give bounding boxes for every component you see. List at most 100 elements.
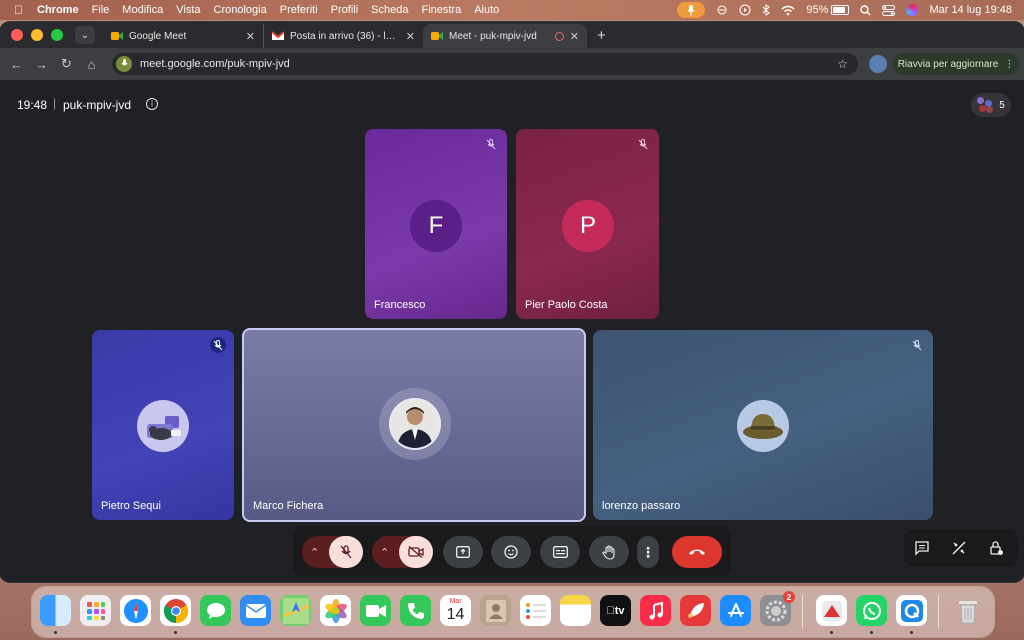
more-options-button[interactable]: ⋮ bbox=[637, 536, 659, 568]
present-screen-button[interactable] bbox=[443, 536, 483, 568]
hat-avatar-icon bbox=[743, 414, 783, 439]
back-icon[interactable]: ← bbox=[4, 57, 29, 72]
close-tab-icon[interactable]: ✕ bbox=[246, 30, 255, 43]
info-icon[interactable]: i bbox=[146, 98, 158, 110]
reactions-button[interactable] bbox=[491, 536, 531, 568]
participant-tile-lorenzo-passaro[interactable]: lorenzo passaro bbox=[593, 330, 933, 520]
battery-status[interactable]: 95% bbox=[806, 4, 850, 16]
menu-datetime[interactable]: Mar 14 lug 19:48 bbox=[929, 4, 1012, 16]
emoji-icon bbox=[504, 545, 518, 559]
app-store-icon[interactable] bbox=[720, 595, 751, 626]
home-icon[interactable]: ⌂ bbox=[79, 57, 104, 72]
meet-stage: 19:48 | puk-mpiv-jvd i 5 F Francesco P P… bbox=[0, 80, 1024, 582]
reminders-icon[interactable] bbox=[520, 595, 551, 626]
reload-icon[interactable]: ↻ bbox=[54, 56, 79, 72]
leave-call-button[interactable] bbox=[672, 536, 722, 568]
running-indicator bbox=[870, 631, 873, 634]
menu-app-name[interactable]: Chrome bbox=[37, 4, 79, 16]
gmail-favicon-icon bbox=[272, 30, 284, 42]
menu-file[interactable]: File bbox=[92, 4, 110, 16]
participant-tile-francesco[interactable]: F Francesco bbox=[365, 129, 507, 319]
new-tab-button[interactable]: + bbox=[597, 27, 606, 44]
tab-search-button[interactable]: ⌄ bbox=[75, 26, 95, 44]
microphone-permission-icon[interactable] bbox=[116, 56, 132, 72]
camera-toggle-button[interactable] bbox=[399, 536, 433, 568]
menu-help[interactable]: Aiuto bbox=[474, 4, 499, 16]
menu-bookmarks[interactable]: Preferiti bbox=[280, 4, 318, 16]
launchpad-icon[interactable] bbox=[80, 595, 111, 626]
tab-gmail[interactable]: Posta in arrivo (36) - lorenzo... ✕ bbox=[263, 24, 423, 48]
phone-icon[interactable] bbox=[400, 595, 431, 626]
calendar-icon[interactable]: Mar 14 bbox=[440, 595, 471, 626]
close-window-button[interactable] bbox=[11, 29, 23, 41]
trash-icon[interactable] bbox=[952, 595, 983, 626]
more-vert-icon: ⋮ bbox=[1004, 58, 1015, 70]
contacts-icon[interactable] bbox=[480, 595, 511, 626]
tab-meet-call[interactable]: Meet - puk-mpiv-jvd ✕ bbox=[423, 24, 587, 48]
participant-initial: P bbox=[562, 200, 614, 252]
captions-button[interactable] bbox=[540, 536, 580, 568]
battery-percent: 95% bbox=[806, 4, 829, 16]
mail-icon[interactable] bbox=[240, 595, 271, 626]
minimize-window-button[interactable] bbox=[31, 29, 43, 41]
toolbar: ← → ↻ ⌂ meet.google.com/puk-mpiv-jvd ☆ R… bbox=[0, 48, 1024, 80]
chat-icon[interactable] bbox=[914, 540, 930, 556]
host-controls-icon[interactable] bbox=[988, 540, 1004, 556]
update-label: Riavvia per aggiornare bbox=[897, 58, 999, 70]
menu-profiles[interactable]: Profili bbox=[331, 4, 359, 16]
menu-window[interactable]: Finestra bbox=[421, 4, 461, 16]
bluetooth-icon[interactable] bbox=[762, 4, 771, 16]
menu-tab[interactable]: Scheda bbox=[371, 4, 408, 16]
participant-tile-marco-fichera[interactable]: Marco Fichera bbox=[242, 328, 586, 522]
safari-icon[interactable] bbox=[120, 595, 151, 626]
calendar-month: Mar bbox=[449, 597, 462, 605]
close-tab-icon[interactable]: ✕ bbox=[570, 30, 579, 43]
forward-icon[interactable]: → bbox=[29, 57, 54, 72]
menu-view[interactable]: Vista bbox=[176, 4, 200, 16]
play-icon[interactable] bbox=[739, 4, 751, 16]
quickq-app-icon[interactable] bbox=[896, 595, 927, 626]
facetime-icon[interactable] bbox=[360, 595, 391, 626]
participant-name: lorenzo passaro bbox=[602, 500, 681, 512]
rocket-app-icon[interactable] bbox=[680, 595, 711, 626]
chevron-up-icon: ⌃ bbox=[380, 546, 390, 559]
photos-icon[interactable] bbox=[320, 595, 351, 626]
menu-history[interactable]: Cronologia bbox=[214, 4, 267, 16]
messages-icon[interactable] bbox=[200, 595, 231, 626]
preview-app-icon[interactable] bbox=[816, 595, 847, 626]
siri-icon[interactable] bbox=[906, 4, 919, 16]
profile-avatar-icon[interactable] bbox=[869, 55, 887, 73]
participant-tile-pier-paolo-costa[interactable]: P Pier Paolo Costa bbox=[516, 129, 659, 319]
raise-hand-button[interactable] bbox=[589, 536, 629, 568]
tab-title: Posta in arrivo (36) - lorenzo... bbox=[290, 30, 400, 42]
tab-google-meet[interactable]: Google Meet ✕ bbox=[103, 24, 263, 48]
address-bar[interactable]: meet.google.com/puk-mpiv-jvd ☆ bbox=[112, 53, 858, 75]
participant-name: Pier Paolo Costa bbox=[525, 299, 608, 311]
status-icon[interactable] bbox=[716, 4, 728, 16]
system-settings-icon[interactable]: 2 bbox=[760, 591, 795, 626]
mic-in-use-indicator[interactable] bbox=[677, 2, 706, 18]
bookmark-star-icon[interactable]: ☆ bbox=[837, 57, 848, 71]
update-button[interactable]: Riavvia per aggiornare ⋮ bbox=[893, 53, 1019, 75]
meet-favicon-icon bbox=[111, 30, 123, 42]
control-center-icon[interactable] bbox=[882, 4, 896, 16]
music-icon[interactable] bbox=[640, 595, 671, 626]
zoom-window-button[interactable] bbox=[51, 29, 63, 41]
maps-icon[interactable] bbox=[280, 595, 311, 626]
search-icon[interactable] bbox=[860, 4, 871, 16]
tab-strip: ⌄ Google Meet ✕ Posta in arrivo (36) - l… bbox=[0, 22, 1024, 48]
apple-icon[interactable]:  bbox=[14, 3, 23, 17]
close-tab-icon[interactable]: ✕ bbox=[406, 30, 415, 43]
participant-tile-pietro-sequi[interactable]: Pietro Sequi bbox=[92, 330, 234, 520]
finder-icon[interactable] bbox=[40, 595, 71, 626]
notes-icon[interactable] bbox=[560, 595, 591, 626]
menu-edit[interactable]: Modifica bbox=[122, 4, 163, 16]
apple-tv-icon[interactable]: tv bbox=[600, 595, 631, 626]
activities-icon[interactable] bbox=[951, 540, 967, 556]
chrome-icon[interactable] bbox=[160, 595, 191, 626]
wifi-icon[interactable] bbox=[781, 5, 795, 16]
participants-button[interactable]: 5 bbox=[971, 93, 1011, 117]
whatsapp-icon[interactable] bbox=[856, 595, 887, 626]
participant-avatar bbox=[137, 400, 189, 452]
mic-toggle-button[interactable] bbox=[329, 536, 363, 568]
